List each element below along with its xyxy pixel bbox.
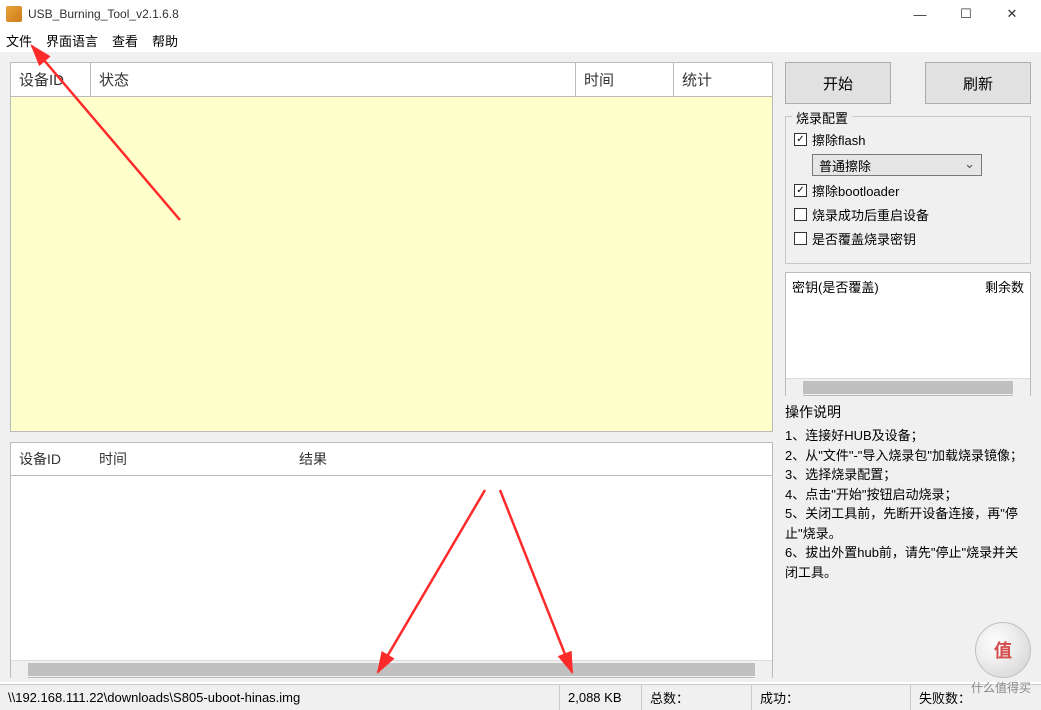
watermark-text: 什么值得买 [971, 679, 1031, 696]
col-device-id[interactable]: 设备ID [11, 63, 91, 97]
device-grid-header: 设备ID 状态 时间 统计 [11, 63, 772, 97]
instruction-6: 6、拔出外置hub前，请先"停止"烧录并关闭工具。 [785, 543, 1031, 582]
key-col-remaining[interactable]: 剩余数 [985, 277, 1024, 296]
col-status[interactable]: 状态 [91, 63, 576, 97]
key-table-body[interactable] [786, 300, 1030, 378]
main-area: 设备ID 状态 时间 统计 设备ID 时间 结果 [0, 52, 1041, 682]
window-controls: — ☐ ✕ [897, 0, 1035, 28]
overwrite-key-label: 是否覆盖烧录密钥 [812, 229, 916, 248]
status-path: \\192.168.111.22\downloads\S805-uboot-hi… [0, 685, 560, 710]
result-h-scrollbar[interactable] [11, 660, 772, 677]
result-grid-header: 设备ID 时间 结果 [11, 443, 772, 476]
instructions-title: 操作说明 [785, 402, 1031, 422]
watermark-badge: 值 [975, 622, 1031, 678]
erase-mode-dropdown[interactable]: 普通擦除 [812, 154, 982, 176]
minimize-button[interactable]: — [897, 0, 943, 28]
maximize-button[interactable]: ☐ [943, 0, 989, 28]
menubar: 文件 界面语言 查看 帮助 [0, 28, 1041, 52]
app-icon [6, 6, 22, 22]
erase-flash-label: 擦除flash [812, 130, 865, 149]
status-success: 成功： [752, 685, 911, 710]
rcol-result[interactable]: 结果 [291, 443, 772, 476]
col-stats[interactable]: 统计 [674, 63, 772, 97]
erase-mode-value: 普通擦除 [819, 156, 871, 175]
erase-bootloader-label: 擦除bootloader [812, 181, 899, 200]
rcol-time[interactable]: 时间 [91, 443, 291, 476]
statusbar: \\192.168.111.22\downloads\S805-uboot-hi… [0, 684, 1041, 710]
window-title: USB_Burning_Tool_v2.1.6.8 [28, 7, 897, 21]
result-grid-body[interactable] [11, 476, 772, 660]
watermark-badge-text: 值 [994, 637, 1012, 663]
reboot-after-checkbox[interactable] [794, 208, 807, 221]
menu-file[interactable]: 文件 [6, 31, 32, 50]
close-button[interactable]: ✕ [989, 0, 1035, 28]
reboot-after-label: 烧录成功后重启设备 [812, 205, 929, 224]
burn-config-group: 烧录配置 ✓ 擦除flash 普通擦除 ✓ 擦除bootloader 烧录成功后… [785, 116, 1031, 264]
erase-flash-checkbox[interactable]: ✓ [794, 133, 807, 146]
menu-language[interactable]: 界面语言 [46, 31, 98, 50]
menu-view[interactable]: 查看 [112, 31, 138, 50]
menu-help[interactable]: 帮助 [152, 31, 178, 50]
titlebar: USB_Burning_Tool_v2.1.6.8 — ☐ ✕ [0, 0, 1041, 28]
right-column: 开始 刷新 烧录配置 ✓ 擦除flash 普通擦除 ✓ 擦除bootloader [785, 62, 1031, 678]
col-time[interactable]: 时间 [576, 63, 674, 97]
burn-config-legend: 烧录配置 [792, 108, 852, 127]
result-grid: 设备ID 时间 结果 [10, 442, 773, 678]
instruction-2: 2、从"文件"-"导入烧录包"加载烧录镜像； [785, 446, 1031, 466]
device-grid: 设备ID 状态 时间 统计 [10, 62, 773, 432]
overwrite-key-checkbox[interactable] [794, 232, 807, 245]
refresh-button[interactable]: 刷新 [925, 62, 1031, 104]
left-column: 设备ID 状态 时间 统计 设备ID 时间 结果 [10, 62, 773, 678]
device-grid-body[interactable] [11, 97, 772, 431]
status-size: 2,088 KB [560, 685, 642, 710]
instruction-4: 4、点击"开始"按钮启动烧录； [785, 485, 1031, 505]
erase-bootloader-checkbox[interactable]: ✓ [794, 184, 807, 197]
key-table: 密钥(是否覆盖) 剩余数 [785, 272, 1031, 396]
status-total: 总数： [642, 685, 752, 710]
instruction-3: 3、选择烧录配置； [785, 465, 1031, 485]
key-h-scrollbar[interactable] [786, 378, 1030, 395]
start-button[interactable]: 开始 [785, 62, 891, 104]
rcol-device-id[interactable]: 设备ID [11, 443, 91, 476]
instruction-1: 1、连接好HUB及设备； [785, 426, 1031, 446]
scroll-thumb[interactable] [28, 663, 755, 676]
key-col-name[interactable]: 密钥(是否覆盖) [792, 277, 985, 296]
instruction-5: 5、关闭工具前，先断开设备连接，再"停止"烧录。 [785, 504, 1031, 543]
key-scroll-thumb[interactable] [803, 381, 1013, 394]
